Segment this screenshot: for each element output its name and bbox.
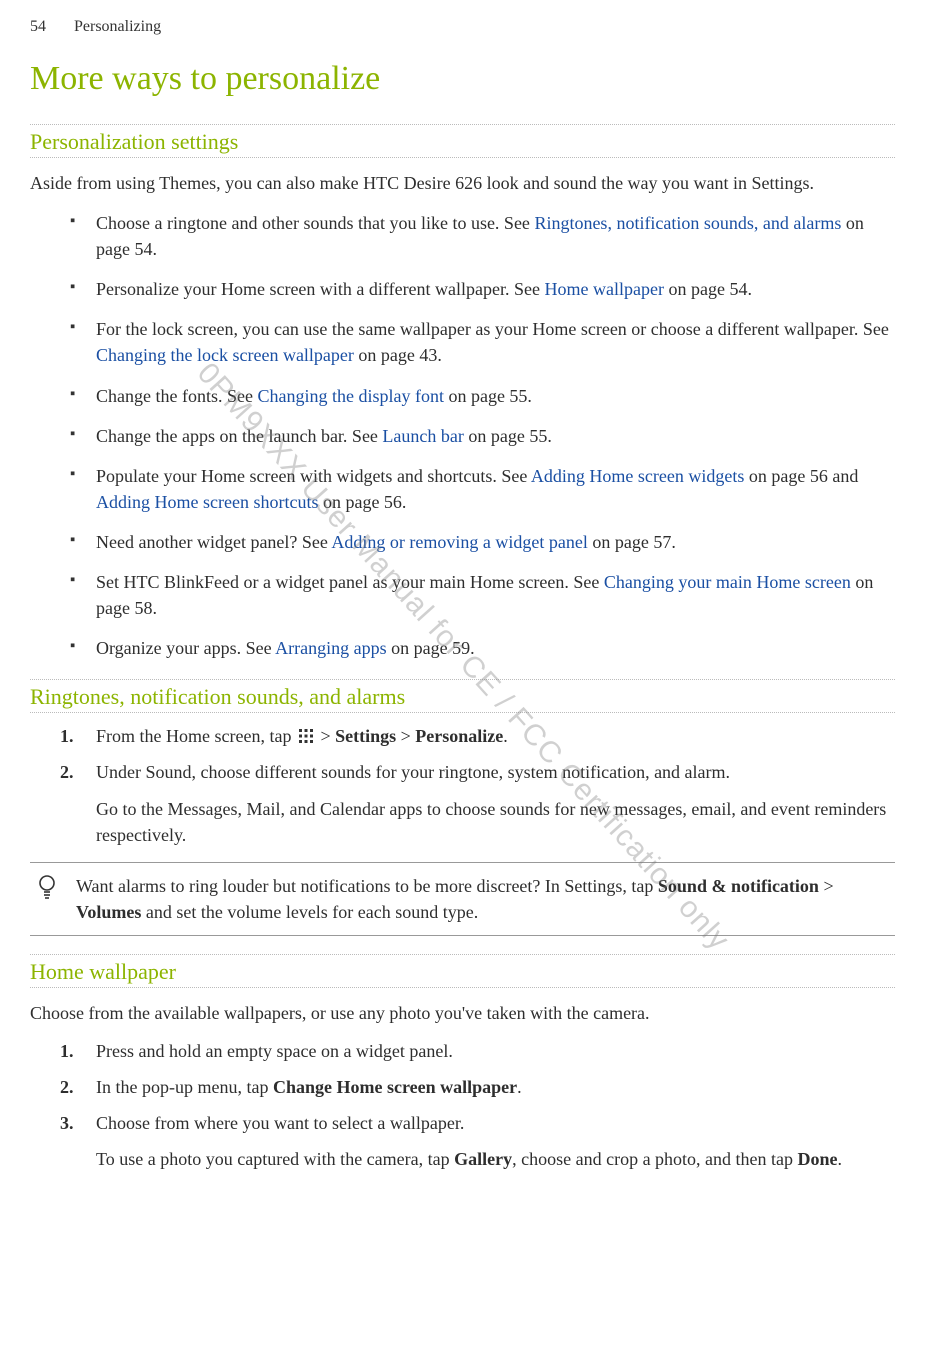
personalization-bullet-list: Choose a ringtone and other sounds that … (70, 210, 895, 661)
settings-label: Settings (335, 726, 396, 746)
sub-part: , choose and crop a photo, and then tap (512, 1149, 797, 1169)
page-title: More ways to personalize (30, 60, 895, 98)
list-item: Change the apps on the launch bar. See L… (70, 423, 895, 449)
gallery-label: Gallery (454, 1149, 512, 1169)
section-heading-wrap: Personalization settings (30, 124, 895, 158)
li-text: Set HTC BlinkFeed or a widget panel as y… (96, 572, 604, 592)
step-text: . (503, 726, 508, 746)
section-heading-home-wallpaper: Home wallpaper (30, 959, 895, 985)
volumes-label: Volumes (76, 902, 141, 922)
section-heading-wrap: Home wallpaper (30, 954, 895, 988)
link-adding-shortcuts[interactable]: Adding Home screen shortcuts (96, 492, 318, 512)
li-text: Need another widget panel? See (96, 532, 331, 552)
step-text: Choose from where you want to select a w… (96, 1113, 464, 1133)
li-text: on page 56 and (744, 466, 858, 486)
apps-grid-icon (298, 725, 314, 741)
header-section-name: Personalizing (74, 18, 161, 35)
lightbulb-icon (36, 873, 58, 906)
home-wallpaper-intro: Choose from the available wallpapers, or… (30, 1000, 895, 1026)
li-text: Organize your apps. See (96, 638, 275, 658)
intro-paragraph: Aside from using Themes, you can also ma… (30, 170, 895, 196)
step-text: Press and hold an empty space on a widge… (96, 1041, 453, 1061)
li-text: Change the fonts. See (96, 386, 257, 406)
step-text: From the Home screen, tap (96, 726, 296, 746)
li-text: on page 59. (387, 638, 475, 658)
link-main-home-screen[interactable]: Changing your main Home screen (604, 572, 851, 592)
section-heading-ringtones: Ringtones, notification sounds, and alar… (30, 684, 895, 710)
li-text: Personalize your Home screen with a diff… (96, 279, 545, 299)
list-item: Need another widget panel? See Adding or… (70, 529, 895, 555)
li-text: For the lock screen, you can use the sam… (96, 319, 889, 339)
link-arranging-apps[interactable]: Arranging apps (275, 638, 386, 658)
list-item: In the pop-up menu, tap Change Home scre… (60, 1074, 895, 1100)
step-subtext: To use a photo you captured with the cam… (96, 1146, 895, 1172)
done-label: Done (798, 1149, 838, 1169)
li-text: on page 55. (464, 426, 552, 446)
ringtones-steps: From the Home screen, tap > Settings > P… (60, 723, 895, 847)
list-item: Choose a ringtone and other sounds that … (70, 210, 895, 262)
tip-callout: Want alarms to ring louder but notificat… (30, 862, 895, 936)
link-adding-widgets[interactable]: Adding Home screen widgets (531, 466, 744, 486)
li-text: on page 57. (588, 532, 676, 552)
home-wallpaper-steps: Press and hold an empty space on a widge… (60, 1038, 895, 1172)
li-text: on page 56. (318, 492, 406, 512)
li-text: on page 54. (664, 279, 752, 299)
step-text: . (517, 1077, 522, 1097)
step-subtext: Go to the Messages, Mail, and Calendar a… (96, 796, 895, 848)
step-text: In the pop-up menu, tap (96, 1077, 273, 1097)
list-item: Choose from where you want to select a w… (60, 1110, 895, 1172)
list-item: Organize your apps. See Arranging apps o… (70, 635, 895, 661)
tip-text: Want alarms to ring louder but notificat… (76, 876, 834, 922)
list-item: Populate your Home screen with widgets a… (70, 463, 895, 515)
step-text: > (396, 726, 415, 746)
step-text: > (320, 726, 335, 746)
link-home-wallpaper[interactable]: Home wallpaper (545, 279, 664, 299)
sound-notification-label: Sound & notification (658, 876, 819, 896)
li-text: Populate your Home screen with widgets a… (96, 466, 531, 486)
sub-part: . (838, 1149, 843, 1169)
step-text: Under Sound, choose different sounds for… (96, 762, 730, 782)
list-item: Under Sound, choose different sounds for… (60, 759, 895, 847)
list-item: For the lock screen, you can use the sam… (70, 316, 895, 368)
link-widget-panel[interactable]: Adding or removing a widget panel (331, 532, 587, 552)
tip-part: and set the volume levels for each sound… (141, 902, 478, 922)
page-number: 54 (30, 18, 46, 35)
li-text: on page 55. (444, 386, 532, 406)
li-text: Change the apps on the launch bar. See (96, 426, 382, 446)
list-item: From the Home screen, tap > Settings > P… (60, 723, 895, 749)
section-heading-personalization-settings: Personalization settings (30, 129, 895, 155)
link-display-font[interactable]: Changing the display font (257, 386, 443, 406)
list-item: Set HTC BlinkFeed or a widget panel as y… (70, 569, 895, 621)
list-item: Personalize your Home screen with a diff… (70, 276, 895, 302)
running-header: 54 Personalizing (30, 18, 895, 36)
personalize-label: Personalize (415, 726, 503, 746)
change-wallpaper-label: Change Home screen wallpaper (273, 1077, 517, 1097)
sub-part: To use a photo you captured with the cam… (96, 1149, 454, 1169)
tip-part: > (819, 876, 834, 896)
tip-part: Want alarms to ring louder but notificat… (76, 876, 658, 896)
list-item: Change the fonts. See Changing the displ… (70, 383, 895, 409)
list-item: Press and hold an empty space on a widge… (60, 1038, 895, 1064)
li-text: on page 43. (354, 345, 442, 365)
section-heading-wrap: Ringtones, notification sounds, and alar… (30, 679, 895, 713)
link-lock-screen-wallpaper[interactable]: Changing the lock screen wallpaper (96, 345, 354, 365)
link-launch-bar[interactable]: Launch bar (382, 426, 463, 446)
page-root: 54 Personalizing More ways to personaliz… (0, 0, 925, 1216)
link-ringtones[interactable]: Ringtones, notification sounds, and alar… (534, 213, 841, 233)
li-text: Choose a ringtone and other sounds that … (96, 213, 534, 233)
